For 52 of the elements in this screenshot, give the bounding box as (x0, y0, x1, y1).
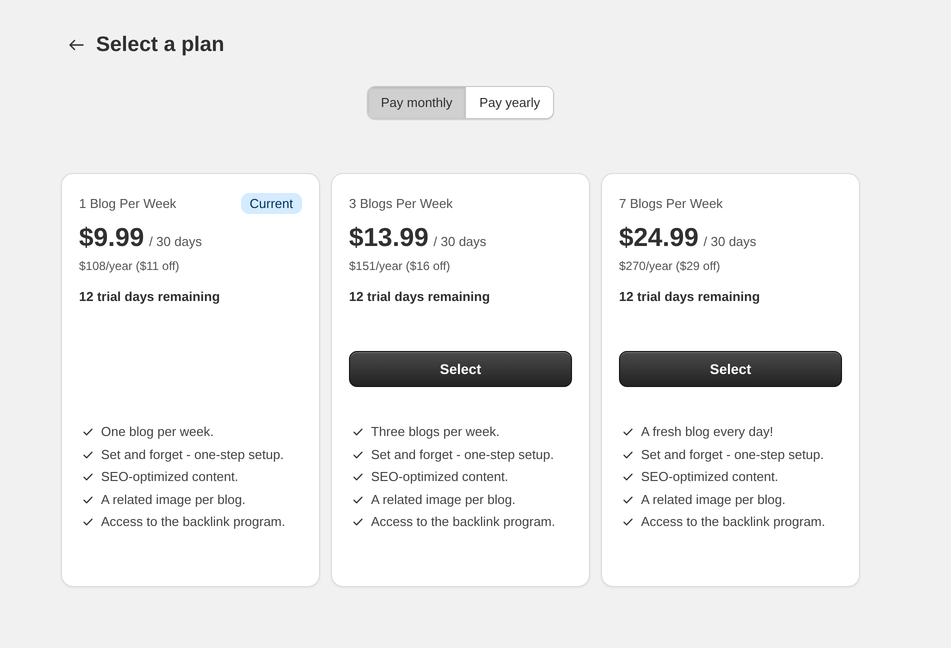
feature-text: SEO-optimized content. (101, 468, 240, 486)
plan-price: $13.99 (349, 222, 429, 253)
checkmark-icon (83, 450, 93, 458)
plan-name: 1 Blog Per Week (79, 196, 176, 210)
feature-text: A related image per blog. (371, 490, 517, 508)
select-button[interactable]: Select (619, 351, 842, 387)
feature-text: Set and forget - one-step setup. (371, 446, 555, 464)
checkmark-icon (623, 428, 633, 436)
current-plan-badge: Current (240, 192, 302, 214)
feature-text: SEO-optimized content. (641, 468, 780, 486)
billing-period: / 30 days (149, 234, 202, 249)
plan-name: 3 Blogs Per Week (349, 196, 453, 210)
trial-remaining: 12 trial days remaining (619, 289, 761, 304)
plan-price: $24.99 (619, 222, 699, 253)
checkmark-icon (623, 450, 633, 458)
billing-option-tab[interactable]: Pay monthly (368, 87, 466, 118)
feature-text: Set and forget - one-step setup. (101, 446, 285, 464)
checkmark-icon (623, 473, 633, 481)
checkmark-icon (623, 496, 633, 504)
checkmark-icon (623, 518, 633, 526)
billing-period: / 30 days (704, 234, 756, 249)
yearly-price: $108/year ($11 off) (79, 259, 180, 273)
billing-option-tab[interactable]: Pay yearly (465, 87, 554, 118)
checkmark-icon (83, 473, 93, 481)
checkmark-icon (353, 473, 363, 481)
yearly-price: $151/year ($16 off) (349, 259, 452, 273)
checkmark-icon (83, 518, 93, 526)
checkmark-icon (83, 428, 93, 436)
plan-name: 7 Blogs Per Week (619, 196, 723, 210)
plan-price: $9.99 (79, 222, 144, 253)
page-title: Select a plan (96, 33, 224, 57)
feature-text: A fresh blog every day! (641, 423, 774, 441)
billing-period: / 30 days (434, 234, 486, 249)
feature-text: Three blogs per week. (371, 423, 501, 441)
feature-text: Access to the backlink program. (641, 513, 826, 531)
feature-text: One blog per week. (101, 423, 215, 441)
feature-text: A related image per blog. (101, 490, 247, 508)
checkmark-icon (83, 496, 93, 504)
checkmark-icon (353, 518, 363, 526)
checkmark-icon (353, 428, 363, 436)
checkmark-icon (353, 496, 363, 504)
yearly-price: $270/year ($29 off) (619, 259, 722, 273)
select-button[interactable]: Select (349, 351, 572, 387)
checkmark-icon (353, 450, 363, 458)
trial-remaining: 12 trial days remaining (349, 289, 491, 304)
back-arrow-icon[interactable] (68, 39, 84, 51)
feature-text: Set and forget - one-step setup. (641, 446, 825, 464)
feature-text: Access to the backlink program. (371, 513, 556, 531)
feature-text: A related image per blog. (641, 490, 787, 508)
feature-text: SEO-optimized content. (371, 468, 510, 486)
feature-text: Access to the backlink program. (101, 513, 286, 531)
trial-remaining: 12 trial days remaining (79, 289, 221, 304)
